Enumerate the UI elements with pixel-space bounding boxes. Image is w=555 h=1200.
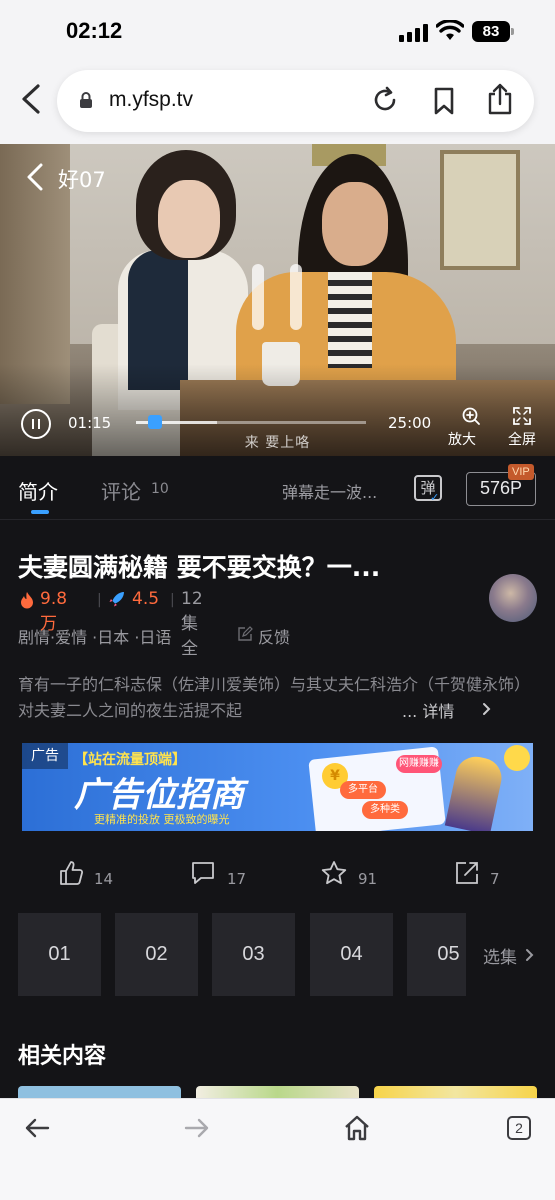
fullscreen-icon[interactable] bbox=[512, 406, 532, 426]
video-title: 好07 bbox=[58, 168, 106, 192]
related-thumbnail[interactable] bbox=[18, 1086, 181, 1098]
episode-item[interactable]: 02 bbox=[115, 913, 198, 996]
ad-label: 广告 bbox=[22, 743, 68, 769]
browser-address-bar: m.yfsp.tv bbox=[0, 64, 555, 144]
ad-badge: 多种类 bbox=[362, 801, 408, 819]
episode-list: 01 02 03 04 05 选集 bbox=[0, 913, 555, 997]
feedback-link[interactable]: 反馈 bbox=[258, 624, 290, 648]
tab-active-indicator bbox=[31, 510, 49, 514]
score-value: 4.5 bbox=[132, 589, 160, 609]
ad-badge: 多平台 bbox=[340, 781, 386, 799]
select-episode-button[interactable]: 选集 bbox=[466, 913, 555, 996]
edit-icon[interactable] bbox=[237, 626, 253, 642]
comment-count: 17 bbox=[227, 870, 247, 888]
video-player[interactable]: 好07 01:15 25:00 来 要上咯 放大 全屏 bbox=[0, 144, 555, 456]
description-more-link[interactable]: ... 详情 bbox=[402, 698, 454, 722]
related-section-title: 相关内容 bbox=[18, 1044, 107, 1069]
share-icon bbox=[456, 862, 478, 884]
ad-sub-text: 更精准的投放 更极致的曝光 bbox=[94, 813, 230, 826]
tab-comments-count: 10 bbox=[151, 481, 169, 497]
chevron-right-icon[interactable] bbox=[482, 702, 492, 716]
battery-tip bbox=[511, 28, 514, 35]
ad-main-text: 广告位招商 bbox=[74, 775, 244, 815]
zoom-icon[interactable] bbox=[456, 406, 486, 426]
browser-toolbar: 2 bbox=[0, 1098, 555, 1200]
detail-panel: 简介 评论 10 弹幕走一波... 弹 ✓ 576P VIP 夫妻圆满秘籍 要不… bbox=[0, 456, 555, 1098]
comment-button[interactable]: 17 bbox=[190, 860, 250, 890]
episode-item[interactable]: 01 bbox=[18, 913, 101, 996]
reload-icon[interactable] bbox=[371, 86, 399, 114]
favorite-button[interactable]: 91 bbox=[320, 860, 380, 890]
battery-icon: 83 bbox=[472, 21, 510, 42]
show-title: 夫妻圆满秘籍 要不要交换？一... bbox=[18, 553, 381, 582]
action-row: 14 17 91 7 bbox=[0, 854, 555, 894]
vip-badge: VIP bbox=[508, 464, 534, 480]
danmu-input[interactable]: 弹幕走一波... bbox=[282, 479, 377, 503]
fire-icon bbox=[21, 592, 33, 609]
episode-item[interactable]: 03 bbox=[212, 913, 295, 996]
thumbs-up-icon bbox=[60, 861, 84, 885]
rocket-icon bbox=[109, 592, 124, 607]
video-back-icon[interactable] bbox=[24, 162, 46, 192]
tabs-button[interactable]: 2 bbox=[507, 1116, 531, 1140]
share-count: 7 bbox=[490, 870, 500, 888]
signal-icon bbox=[399, 24, 429, 42]
related-thumbnail[interactable] bbox=[374, 1086, 537, 1098]
avatar[interactable] bbox=[489, 574, 537, 622]
comment-icon bbox=[192, 862, 214, 884]
progress-bar[interactable] bbox=[136, 415, 366, 429]
forward-arrow-icon[interactable] bbox=[184, 1117, 210, 1139]
fullscreen-label[interactable]: 全屏 bbox=[508, 429, 536, 449]
episode-item[interactable]: 04 bbox=[310, 913, 393, 996]
status-bar: 02:12 83 bbox=[0, 0, 555, 64]
ad-banner[interactable]: 广告 【站在流量顶端】 广告位招商 更精准的投放 更极致的曝光 ¥ 多平台 多种… bbox=[22, 743, 533, 831]
share-button[interactable]: 7 bbox=[454, 860, 504, 890]
like-count: 14 bbox=[94, 870, 114, 888]
check-icon: ✓ bbox=[430, 491, 440, 504]
favorite-count: 91 bbox=[358, 870, 378, 888]
ad-top-text: 【站在流量顶端】 bbox=[74, 752, 186, 768]
progress-handle[interactable] bbox=[147, 415, 162, 429]
home-icon[interactable] bbox=[343, 1114, 371, 1142]
ad-emoji-graphic bbox=[504, 745, 530, 771]
share-icon[interactable] bbox=[485, 82, 515, 116]
select-episode-label: 选集 bbox=[483, 948, 517, 968]
like-button[interactable]: 14 bbox=[58, 860, 118, 890]
genre-tags: 剧情·爱情 ·日本 ·日语 bbox=[18, 628, 172, 647]
episodes-total: 12集全 bbox=[181, 589, 203, 659]
ad-figure-graphic bbox=[444, 753, 506, 831]
ad-badge: 网赚赚赚 bbox=[396, 755, 442, 773]
current-time: 01:15 bbox=[68, 414, 112, 432]
star-icon bbox=[321, 861, 347, 885]
lock-icon bbox=[80, 92, 92, 108]
divider: | bbox=[97, 592, 102, 608]
tab-intro[interactable]: 简介 bbox=[18, 476, 58, 505]
bookmark-icon[interactable] bbox=[431, 86, 457, 116]
wifi-icon bbox=[436, 20, 464, 40]
status-time: 02:12 bbox=[66, 18, 123, 43]
show-description: 育有一子的仁科志保（佐津川爱美饰）与其丈夫仁科浩介（千贺健永饰）对夫妻二人之间的… bbox=[18, 675, 531, 720]
duration: 25:00 bbox=[388, 414, 432, 432]
url-field[interactable]: m.yfsp.tv bbox=[57, 70, 534, 132]
tab-comments[interactable]: 评论 bbox=[101, 476, 141, 505]
zoom-label[interactable]: 放大 bbox=[448, 429, 476, 449]
center-pause-icon[interactable] bbox=[252, 264, 304, 332]
detail-tabs: 简介 评论 10 弹幕走一波... 弹 ✓ 576P VIP bbox=[0, 456, 555, 520]
url-text: m.yfsp.tv bbox=[109, 88, 194, 111]
back-arrow-icon[interactable] bbox=[24, 1117, 50, 1139]
chevron-right-icon bbox=[526, 949, 534, 961]
back-icon[interactable] bbox=[16, 82, 46, 116]
divider: | bbox=[170, 592, 175, 608]
related-thumbnail[interactable] bbox=[196, 1086, 359, 1098]
